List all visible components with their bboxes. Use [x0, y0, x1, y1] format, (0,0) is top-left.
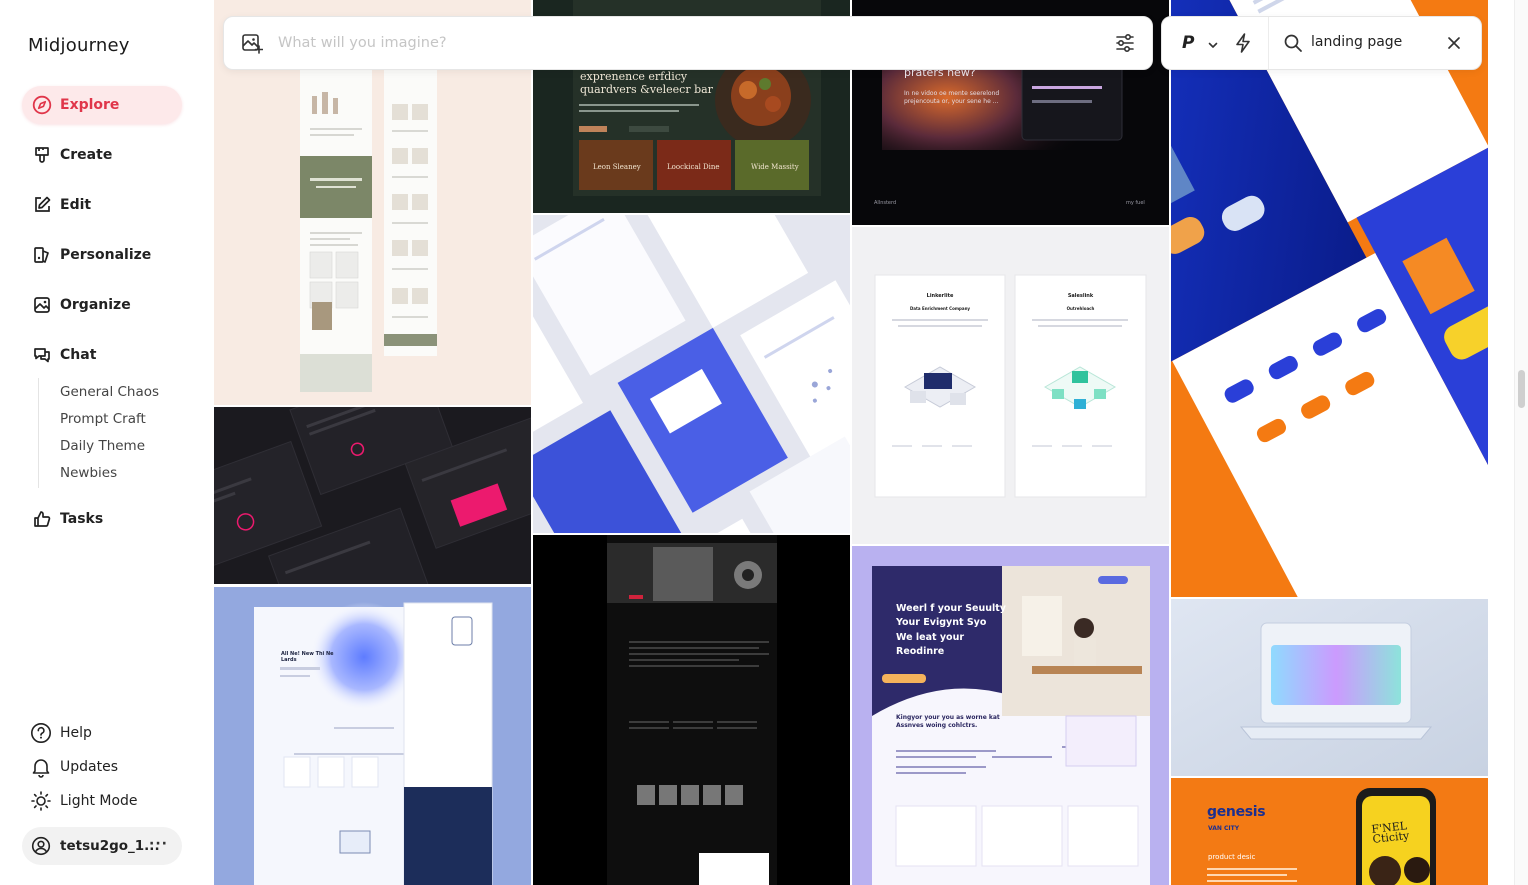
- tile-purple-headline: Weerl f your Seuulty Your Evigynt Syo We…: [896, 603, 1006, 657]
- search-input[interactable]: [1311, 34, 1431, 50]
- gallery-tile-blue-gradient[interactable]: All Ne! New Thi Ne Lards: [214, 587, 531, 885]
- search-divider: [1268, 17, 1269, 69]
- tile-dark-gradient-footer-right: my fuel: [1126, 200, 1145, 206]
- updates-link[interactable]: Updates: [30, 756, 118, 778]
- tile-data-right-title: Saleslink: [1067, 293, 1094, 299]
- app-logo[interactable]: Midjourney: [28, 35, 130, 56]
- app-root: Midjourney Explore Create Edit Personali…: [0, 0, 1528, 885]
- tile-data-companies-art: [874, 274, 1147, 498]
- tile-data-right-sub: Outrehloach: [1066, 306, 1095, 311]
- tile-sneakers-art: [1171, 0, 1488, 597]
- tile-dark-gradient-footer-left: Allnsterd: [874, 200, 897, 206]
- tile-data-left-title: Linkerlite: [926, 293, 954, 299]
- scrollbar-track[interactable]: [1514, 0, 1528, 885]
- gallery-tile-isometric[interactable]: [533, 215, 850, 533]
- gallery-tile-monochrome[interactable]: [533, 535, 850, 885]
- tile-black-pink-art: [214, 407, 531, 584]
- chat-room-newbies[interactable]: Newbies: [60, 465, 117, 481]
- brush-icon: [32, 145, 52, 165]
- tile-restaurant-label-2: Loockical Dine: [667, 163, 720, 171]
- image-folder-icon: [32, 295, 52, 315]
- gallery-tile-sneakers[interactable]: [1171, 0, 1488, 597]
- tile-dark-gradient-sub: In ne vidoo oe mente seerelond prejencou…: [904, 90, 1000, 105]
- scrollbar-thumb[interactable]: [1518, 370, 1525, 408]
- nav-chat-label: Chat: [60, 347, 97, 363]
- clear-search-icon[interactable]: [1445, 34, 1463, 52]
- nav-explore[interactable]: Explore: [22, 86, 182, 124]
- tile-purple-sub: Kingyor your you as worne kat Assnves wo…: [896, 714, 1000, 730]
- nav-create-label: Create: [60, 147, 113, 163]
- tile-glass-laptop-art: [1171, 599, 1488, 776]
- lightning-icon[interactable]: [1232, 32, 1254, 54]
- nav-organize-label: Organize: [60, 297, 131, 313]
- nav-tasks[interactable]: Tasks: [22, 500, 182, 538]
- updates-label: Updates: [60, 759, 118, 775]
- thumbs-up-icon: [32, 509, 52, 529]
- help-label: Help: [60, 725, 92, 741]
- tile-data-left-sub: Data Enrichment Company: [909, 306, 971, 311]
- personalize-icon: [32, 245, 52, 265]
- gallery-tile-genesis[interactable]: genesis VAN CITY product desic F'NEL Cti…: [1171, 778, 1488, 885]
- tile-monochrome-art: [607, 535, 777, 885]
- settings-sliders-icon[interactable]: [1114, 32, 1136, 54]
- compass-icon: [32, 95, 52, 115]
- search-icon: [1283, 33, 1303, 53]
- more-options-button[interactable]: ···: [149, 836, 168, 852]
- tile-genesis-brand: genesis: [1207, 804, 1266, 820]
- chat-icon: [32, 345, 52, 365]
- nav-tasks-label: Tasks: [60, 511, 104, 527]
- chat-room-daily-theme[interactable]: Daily Theme: [60, 438, 145, 454]
- tile-restaurant-label-3: Wide Massity: [751, 163, 799, 171]
- nav-explore-label: Explore: [60, 97, 120, 113]
- tile-genesis-sub: product desic: [1208, 853, 1256, 861]
- user-icon: [31, 836, 51, 856]
- light-mode-label: Light Mode: [60, 793, 138, 809]
- chat-room-general-chaos[interactable]: General Chaos: [60, 384, 159, 400]
- nav-edit[interactable]: Edit: [22, 186, 182, 224]
- nav-personalize[interactable]: Personalize: [22, 236, 182, 274]
- user-account-button[interactable]: tetsu2go_1... ···: [22, 827, 182, 865]
- nav-personalize-label: Personalize: [60, 247, 152, 263]
- gallery-tile-black-pink[interactable]: [214, 407, 531, 584]
- gallery-tile-purple-workspace[interactable]: Weerl f your Seuulty Your Evigynt Syo We…: [852, 546, 1169, 885]
- add-image-icon[interactable]: [240, 31, 264, 55]
- nav-edit-label: Edit: [60, 197, 92, 213]
- help-link[interactable]: Help: [30, 722, 92, 744]
- nav-chat[interactable]: Chat: [22, 336, 182, 374]
- tile-restaurant-headline: exprenence erfdicy quardvers &veleecr ba…: [580, 70, 713, 97]
- help-icon: [30, 722, 52, 744]
- personalization-mode-button[interactable]: P: [1182, 33, 1194, 53]
- sun-icon: [30, 790, 52, 812]
- tile-genesis-brand-sub: VAN CITY: [1208, 825, 1240, 832]
- tile-restaurant-label-1: Leon Sleaney: [593, 163, 641, 171]
- tile-blue-gradient-headline: All Ne! New Thi Ne Lards: [281, 651, 334, 663]
- nav-create[interactable]: Create: [22, 136, 182, 174]
- light-mode-toggle[interactable]: Light Mode: [30, 790, 138, 812]
- sidebar: Midjourney Explore Create Edit Personali…: [0, 0, 212, 885]
- bell-icon: [30, 756, 52, 778]
- chevron-down-icon[interactable]: [1206, 37, 1220, 51]
- chat-rooms-divider: [38, 378, 39, 488]
- tile-isometric-art: [533, 215, 850, 533]
- chat-room-prompt-craft[interactable]: Prompt Craft: [60, 411, 146, 427]
- tile-blue-gradient-art: [254, 602, 493, 885]
- search-bar: P: [1161, 16, 1482, 70]
- prompt-bar: [223, 16, 1153, 70]
- username: tetsu2go_1...: [60, 838, 160, 854]
- gallery-tile-data-companies[interactable]: Linkerlite Data Enrichment Company Sales…: [852, 227, 1169, 544]
- nav-organize[interactable]: Organize: [22, 286, 182, 324]
- prompt-input[interactable]: [278, 35, 1058, 51]
- edit-icon: [32, 195, 52, 215]
- explore-gallery: All Ne! New Thi Ne Lards exprenence erfd…: [214, 0, 1488, 885]
- gallery-tile-glass-laptop[interactable]: [1171, 599, 1488, 776]
